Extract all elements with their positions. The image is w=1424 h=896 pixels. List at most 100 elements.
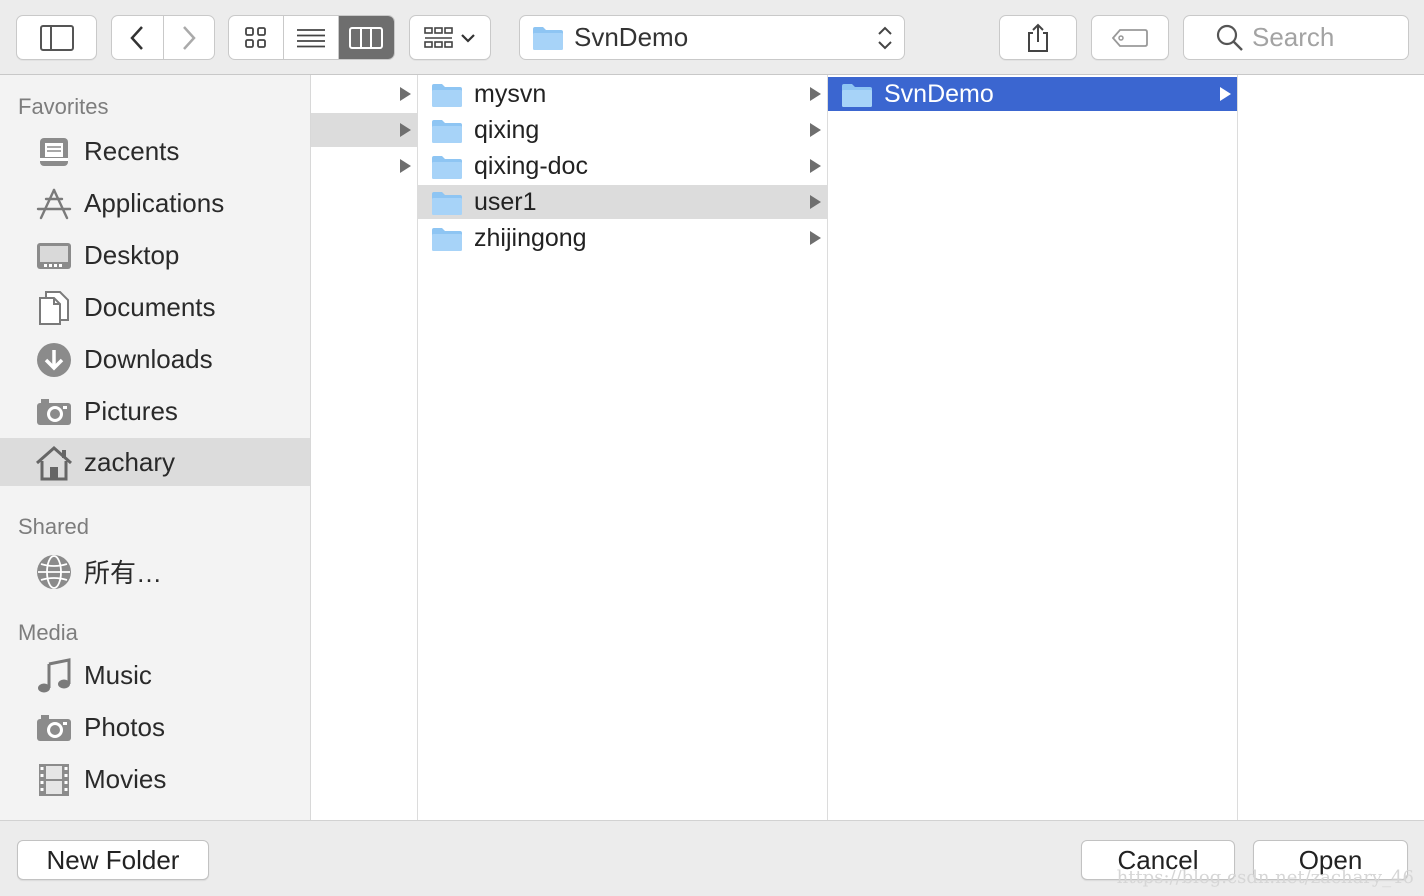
sidebar-item-music[interactable]: Music xyxy=(0,651,310,699)
disclosure-triangle-icon xyxy=(400,87,411,101)
shared-heading: Shared xyxy=(18,514,89,539)
sidebar-item-documents[interactable]: Documents xyxy=(0,283,310,331)
sidebar: Favorites Recents Applications Desktop D… xyxy=(0,75,311,820)
column-4 xyxy=(1238,75,1424,820)
share-button[interactable] xyxy=(999,15,1077,60)
documents-icon xyxy=(35,291,73,325)
photos-icon xyxy=(35,711,73,745)
bottom-bar: New Folder Cancel Open https://blog.csdn… xyxy=(0,820,1424,896)
folder-icon xyxy=(432,120,462,143)
disclosure-triangle-icon xyxy=(1220,87,1231,101)
group-by-button[interactable] xyxy=(409,15,491,60)
folder-name: mysvn xyxy=(474,80,547,108)
folder-row-zhijingong[interactable]: zhijingong xyxy=(418,221,827,255)
up-down-arrows-icon xyxy=(878,26,892,50)
home-icon xyxy=(35,445,73,481)
folder-row-svndemo[interactable]: SvnDemo xyxy=(828,77,1237,111)
folder-icon xyxy=(533,26,563,50)
search-icon xyxy=(1216,24,1243,51)
chevron-right-icon xyxy=(182,25,196,50)
search-placeholder: Search xyxy=(1252,22,1335,52)
disclosure-triangle-icon xyxy=(810,123,821,137)
sidebar-item-zachary[interactable]: zachary xyxy=(0,438,310,486)
folder-icon xyxy=(432,84,462,107)
favorites-heading: Favorites xyxy=(18,94,109,119)
recents-icon xyxy=(35,135,73,169)
sidebar-item-photos[interactable]: Photos xyxy=(0,703,310,751)
movies-icon xyxy=(35,763,73,797)
column-1-row[interactable] xyxy=(311,149,417,183)
column-view-button[interactable] xyxy=(338,16,394,59)
folder-name: user1 xyxy=(474,188,537,216)
chevron-down-icon xyxy=(461,33,475,43)
sidebar-item-applications[interactable]: Applications xyxy=(0,179,310,227)
new-folder-button[interactable]: New Folder xyxy=(17,840,209,880)
applications-icon xyxy=(35,187,73,221)
column-2: mysvn qixing qixing-doc user1 zhijingong xyxy=(418,75,828,820)
sidebar-item-label: zachary xyxy=(84,446,176,477)
grid-icon xyxy=(245,26,267,48)
column-browser: mysvn qixing qixing-doc user1 zhijingong xyxy=(311,75,1424,820)
disclosure-triangle-icon xyxy=(400,123,411,137)
disclosure-triangle-icon xyxy=(400,159,411,173)
folder-icon xyxy=(842,84,872,107)
tag-icon xyxy=(1112,28,1148,47)
sidebar-item-label: Downloads xyxy=(84,343,213,374)
sidebar-item-pictures[interactable]: Pictures xyxy=(0,387,310,435)
forward-button[interactable] xyxy=(164,16,215,59)
folder-name: SvnDemo xyxy=(884,80,994,108)
tag-button[interactable] xyxy=(1091,15,1169,60)
desktop-icon xyxy=(35,239,73,273)
folder-row-mysvn[interactable]: mysvn xyxy=(418,77,827,111)
folder-row-qixing[interactable]: qixing xyxy=(418,113,827,147)
sidebar-item-label: Movies xyxy=(84,763,167,794)
folder-icon xyxy=(432,156,462,179)
icon-view-button[interactable] xyxy=(229,16,285,59)
location-label: SvnDemo xyxy=(574,22,689,52)
disclosure-triangle-icon xyxy=(810,87,821,101)
chevron-left-icon xyxy=(130,25,144,50)
sidebar-toggle-icon xyxy=(39,24,74,51)
sidebar-item-label: Desktop xyxy=(84,239,180,270)
disclosure-triangle-icon xyxy=(810,159,821,173)
share-icon xyxy=(1028,23,1048,52)
disclosure-triangle-icon xyxy=(810,231,821,245)
folder-row-qixing-doc[interactable]: qixing-doc xyxy=(418,149,827,183)
music-icon xyxy=(35,658,73,693)
columns-icon xyxy=(349,26,384,49)
sidebar-item-label: Recents xyxy=(84,135,180,166)
sidebar-item-label: Applications xyxy=(84,187,225,218)
gallery-grid-icon xyxy=(424,26,453,48)
pictures-icon xyxy=(35,395,73,429)
media-heading: Media xyxy=(18,620,78,645)
list-view-button[interactable] xyxy=(284,16,339,59)
location-popup[interactable]: SvnDemo xyxy=(519,15,905,60)
sidebar-item-label: Documents xyxy=(84,291,216,322)
sidebar-item-desktop[interactable]: Desktop xyxy=(0,231,310,279)
folder-icon xyxy=(432,192,462,215)
sidebar-item-recents[interactable]: Recents xyxy=(0,127,310,175)
list-icon xyxy=(297,28,325,47)
folder-name: qixing-doc xyxy=(474,152,588,180)
sidebar-item-label: 所有… xyxy=(84,557,163,588)
downloads-icon xyxy=(35,343,73,377)
folder-name: qixing xyxy=(474,116,540,144)
sidebar-item-label: Music xyxy=(84,659,152,690)
column-3: SvnDemo xyxy=(828,75,1238,820)
network-icon xyxy=(35,555,73,589)
sidebar-item-movies[interactable]: Movies xyxy=(0,755,310,803)
disclosure-triangle-icon xyxy=(810,195,821,209)
column-1-row[interactable] xyxy=(311,113,417,147)
folder-icon xyxy=(432,228,462,251)
column-1-row[interactable] xyxy=(311,77,417,111)
search-field[interactable]: Search xyxy=(1183,15,1409,60)
folder-name: zhijingong xyxy=(474,224,587,252)
watermark: https://blog.csdn.net/zachary_46 xyxy=(1116,867,1414,888)
sidebar-item-network[interactable]: 所有… xyxy=(0,547,310,595)
back-button[interactable] xyxy=(112,16,164,59)
folder-row-user1[interactable]: user1 xyxy=(418,185,827,219)
sidebar-item-downloads[interactable]: Downloads xyxy=(0,335,310,383)
sidebar-toggle-button[interactable] xyxy=(16,15,97,60)
column-1 xyxy=(311,75,418,820)
view-mode-selector xyxy=(228,15,395,60)
